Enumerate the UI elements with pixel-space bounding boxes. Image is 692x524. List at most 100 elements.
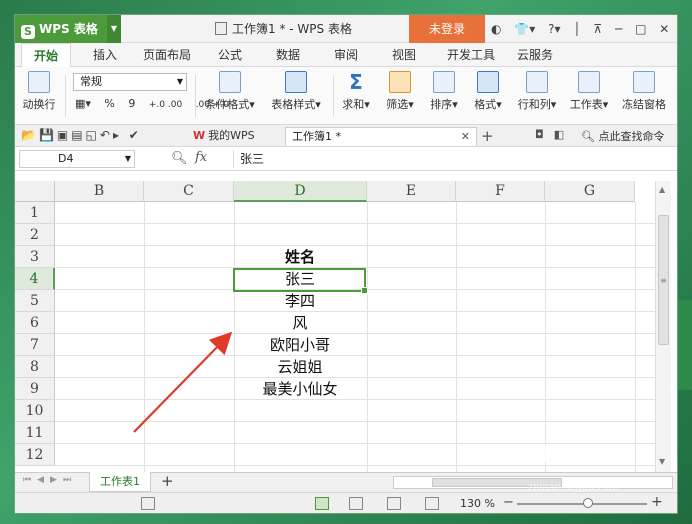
cell-d5[interactable]: 李四 bbox=[234, 290, 366, 312]
layout-view-icon[interactable] bbox=[387, 497, 401, 510]
sheet-nav-icons[interactable]: ⏮◀▶⏭ bbox=[23, 475, 77, 485]
shirt-icon[interactable]: 👕▾ bbox=[514, 22, 535, 36]
column-header-d[interactable]: D bbox=[234, 181, 367, 202]
wps-menu-button[interactable]: S WPS 表格 ▼ bbox=[15, 15, 121, 43]
tab-data[interactable]: 数据 bbox=[265, 43, 311, 67]
add-sheet-icon[interactable]: + bbox=[161, 472, 174, 490]
percent-button[interactable]: % bbox=[104, 97, 114, 110]
row-header-11[interactable]: 11 bbox=[15, 422, 55, 444]
sheet-tab-1[interactable]: 工作表1 bbox=[89, 472, 151, 492]
scroll-thumb[interactable]: ≡ bbox=[658, 215, 669, 345]
tab-formula[interactable]: 公式 bbox=[207, 43, 253, 67]
row-header-1[interactable]: 1 bbox=[15, 202, 55, 224]
column-header-e[interactable]: E bbox=[367, 181, 456, 202]
cell-d7[interactable]: 欧阳小哥 bbox=[234, 334, 366, 356]
row-header-6[interactable]: 6 bbox=[15, 312, 55, 334]
close-tab-icon[interactable]: ✕ bbox=[461, 128, 470, 146]
page-break-view-icon[interactable] bbox=[349, 497, 363, 510]
cell-d9[interactable]: 最美小仙女 bbox=[234, 378, 366, 400]
rows-cols-button[interactable]: 行和列▾ bbox=[515, 71, 559, 112]
close-icon[interactable]: ✕ bbox=[659, 22, 669, 36]
name-box[interactable]: D4 ▼ bbox=[19, 150, 135, 168]
conditional-format-button[interactable]: 条件格式▾ bbox=[201, 71, 259, 112]
column-header-c[interactable]: C bbox=[144, 181, 234, 202]
tab-my-wps[interactable]: W 我的WPS bbox=[187, 127, 281, 146]
ribbon-toolbar: 动换行 常规 ▼ ▦▾ % 9 +.0 .00 .00 +.0 条件格式▾ 表格… bbox=[15, 67, 677, 125]
row-header-10[interactable]: 10 bbox=[15, 400, 55, 422]
tab-insert[interactable]: 插入 bbox=[81, 43, 129, 67]
scroll-down-icon[interactable]: ▼ bbox=[659, 457, 665, 466]
cell-d1[interactable] bbox=[234, 202, 366, 224]
table-style-icon bbox=[285, 71, 307, 93]
active-cell-selection[interactable] bbox=[233, 268, 368, 294]
reading-view-icon[interactable] bbox=[425, 497, 439, 510]
vertical-scrollbar[interactable]: ▲ ≡ ▼ bbox=[655, 181, 671, 472]
column-header-f[interactable]: F bbox=[456, 181, 545, 202]
freeze-panes-button[interactable]: 冻结窗格 bbox=[619, 71, 669, 112]
normal-view-icon[interactable] bbox=[315, 497, 329, 510]
skin-icon[interactable]: ◐ bbox=[491, 22, 501, 36]
table-style-button[interactable]: 表格样式▾ bbox=[265, 71, 327, 112]
cell-d11[interactable] bbox=[234, 422, 366, 444]
spreadsheet-grid[interactable]: B C D E F G 1 2 3 姓名 4 张三 5 李四 6 风 7 欧阳小哥 8 云姐姐 9 最美小仙女 10 11 12 bbox=[15, 181, 655, 472]
new-tab-icon[interactable]: + bbox=[481, 125, 494, 147]
tab-bar-icons[interactable]: ◘◧ bbox=[535, 128, 574, 141]
cell-d6[interactable]: 风 bbox=[234, 312, 366, 334]
row-header-7[interactable]: 7 bbox=[15, 334, 55, 356]
cell-d2[interactable] bbox=[234, 224, 366, 246]
sort-button[interactable]: 排序▾ bbox=[427, 71, 461, 112]
collapse-ribbon-icon[interactable]: ⊼ bbox=[593, 22, 602, 36]
formula-input[interactable]: 张三 bbox=[233, 150, 673, 168]
filter-button[interactable]: 筛选▾ bbox=[383, 71, 417, 112]
row-header-4[interactable]: 4 bbox=[15, 268, 55, 290]
scroll-up-icon[interactable]: ▲ bbox=[659, 185, 665, 194]
zoom-icon[interactable]: 🔍︎ bbox=[171, 151, 188, 166]
worksheet-button[interactable]: 工作表▾ bbox=[567, 71, 611, 112]
filter-icon bbox=[389, 71, 411, 93]
increase-decimal-button[interactable]: +.0 .00 bbox=[149, 100, 182, 110]
format-button[interactable]: 格式▾ bbox=[471, 71, 505, 112]
tab-start[interactable]: 开始 bbox=[21, 43, 71, 67]
cell-d10[interactable] bbox=[234, 400, 366, 422]
fx-icon[interactable]: fx bbox=[195, 150, 207, 165]
tab-view[interactable]: 视图 bbox=[381, 43, 427, 67]
sort-label: 排序▾ bbox=[430, 98, 458, 111]
tab-cloud[interactable]: 云服务 bbox=[509, 43, 561, 67]
macro-icon[interactable] bbox=[141, 497, 155, 510]
tab-review[interactable]: 审阅 bbox=[323, 43, 369, 67]
cell-d12[interactable] bbox=[234, 444, 366, 466]
formula-bar: D4 ▼ 🔍︎ fx 张三 bbox=[15, 148, 677, 171]
cell-d8[interactable]: 云姐姐 bbox=[234, 356, 366, 378]
help-icon[interactable]: ?▾ bbox=[548, 22, 560, 36]
row-header-5[interactable]: 5 bbox=[15, 290, 55, 312]
zoom-slider-handle[interactable] bbox=[583, 498, 593, 508]
select-all-corner[interactable] bbox=[15, 181, 55, 202]
zoom-out-icon[interactable]: − bbox=[503, 495, 514, 510]
column-header-g[interactable]: G bbox=[545, 181, 635, 202]
command-search[interactable]: 🔍︎ 点此查找命令 bbox=[581, 128, 664, 144]
tab-developer[interactable]: 开发工具 bbox=[439, 43, 503, 67]
quick-access-toolbar[interactable]: 📂💾▣▤◱↶▸ ✔ bbox=[21, 128, 142, 142]
zoom-level[interactable]: 130 % bbox=[460, 497, 495, 510]
tab-workbook1[interactable]: 工作簿1 * ✕ bbox=[285, 127, 477, 146]
zoom-slider-track[interactable] bbox=[517, 503, 647, 505]
column-header-b[interactable]: B bbox=[55, 181, 144, 202]
cell-d3[interactable]: 姓名 bbox=[234, 246, 366, 268]
row-header-3[interactable]: 3 bbox=[15, 246, 55, 268]
row-header-9[interactable]: 9 bbox=[15, 378, 55, 400]
number-format-select[interactable]: 常规 ▼ bbox=[73, 73, 187, 91]
wrap-text-button[interactable]: 动换行 bbox=[19, 71, 59, 112]
currency-icon[interactable]: ▦▾ bbox=[75, 97, 91, 110]
sum-button[interactable]: Σ 求和▾ bbox=[339, 71, 373, 112]
tab-page-layout[interactable]: 页面布局 bbox=[135, 43, 199, 67]
name-box-value: D4 bbox=[58, 152, 74, 165]
login-button[interactable]: 未登录 bbox=[409, 15, 485, 43]
row-header-12[interactable]: 12 bbox=[15, 444, 55, 466]
row-header-8[interactable]: 8 bbox=[15, 356, 55, 378]
zoom-in-icon[interactable]: + bbox=[651, 494, 663, 510]
minimize-icon[interactable]: ─ bbox=[615, 22, 622, 36]
row-header-2[interactable]: 2 bbox=[15, 224, 55, 246]
wps-w-icon: W bbox=[193, 129, 206, 142]
maximize-icon[interactable]: □ bbox=[635, 22, 646, 36]
comma-button[interactable]: 9 bbox=[128, 97, 135, 110]
